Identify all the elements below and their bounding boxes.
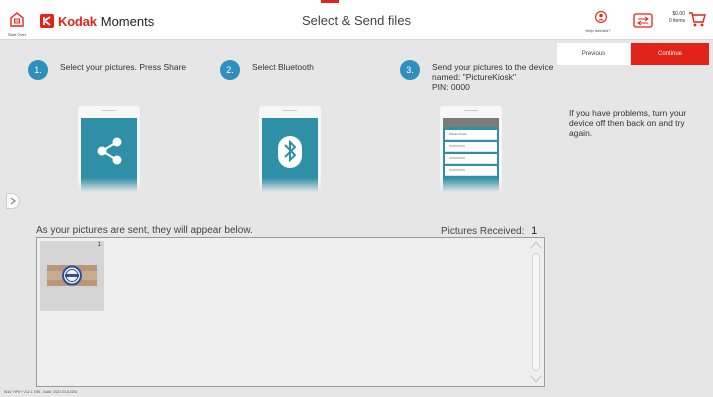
step-2: 2. Select Bluetooth: [220, 60, 314, 80]
brand-name-rest: Moments: [100, 13, 155, 29]
thumbnail-image: [47, 265, 97, 286]
step-number-2: 2.: [220, 60, 240, 80]
phone-illustration-share: [78, 106, 140, 192]
cart-summary[interactable]: $0.00 0 items: [653, 11, 685, 25]
picture-thumbnail[interactable]: 1: [40, 241, 104, 311]
scroll-down-icon[interactable]: [529, 373, 543, 385]
cart-icon[interactable]: [688, 11, 706, 28]
cart-items: 0 items: [668, 18, 685, 24]
help-label: Help needed?: [585, 28, 611, 33]
step-3-line-2: named: "PictureKiosk": [432, 72, 516, 82]
phone-illustration-device-list: Picture Kiosk: [440, 106, 502, 192]
phone-illustration-bluetooth: [259, 106, 321, 192]
user-help-icon: [595, 11, 607, 23]
step-number-3: 3.: [400, 60, 420, 80]
continue-button[interactable]: Continue: [631, 43, 709, 65]
tray-scrollbar[interactable]: [529, 239, 543, 385]
received-count: 1: [531, 225, 538, 237]
step-3: 3. Send your pictures to the device name…: [400, 60, 553, 92]
build-info: W10: HPK+ V12.1.7/55 - Build: 2022.04.8.…: [4, 390, 78, 394]
received-pictures-tray: 1: [36, 237, 545, 387]
side-panel-toggle[interactable]: [6, 193, 20, 209]
step-1: 1. Select your pictures. Press Share: [28, 60, 186, 80]
received-counter: Pictures Received: 1: [441, 225, 537, 237]
step-number-1: 1.: [28, 60, 48, 80]
step-text-2: Select Bluetooth: [252, 62, 314, 72]
previous-button[interactable]: Previous: [557, 43, 630, 65]
title-accent-bar: [321, 0, 339, 3]
cart-amount: $0.00: [672, 11, 685, 17]
photo-image: [47, 265, 97, 286]
troubleshoot-text: If you have problems, turn your device o…: [569, 108, 687, 138]
transfer-icon[interactable]: [633, 13, 653, 28]
received-label: Pictures Received:: [441, 226, 525, 237]
scroll-track[interactable]: [532, 253, 540, 371]
thumbnail-index: 1: [97, 242, 101, 248]
help-button[interactable]: Help needed?: [586, 8, 612, 36]
start-over-label: Start Over: [7, 32, 27, 37]
device-list-item: Picture Kiosk: [445, 130, 497, 140]
top-bar: Start Over Kodak Moments Select & Send f…: [0, 0, 713, 40]
brand-logo: Kodak Moments: [40, 13, 154, 29]
scroll-up-icon[interactable]: [529, 239, 543, 251]
brand-name-bold: Kodak: [58, 13, 97, 29]
step-3-line-3: PIN: 0000: [432, 82, 470, 92]
chevron-right-icon: [10, 197, 16, 205]
step-3-line-1: Send your pictures to the device: [432, 62, 554, 72]
device-list-label: Picture Kiosk: [449, 132, 467, 136]
step-text-3: Send your pictures to the device named: …: [432, 60, 553, 92]
home-icon: [10, 12, 24, 27]
start-over-button[interactable]: Start Over: [4, 3, 30, 37]
sent-caption: As your pictures are sent, they will app…: [36, 225, 253, 236]
kodak-k-icon: [40, 14, 54, 28]
step-text-1: Select your pictures. Press Share: [60, 62, 187, 72]
